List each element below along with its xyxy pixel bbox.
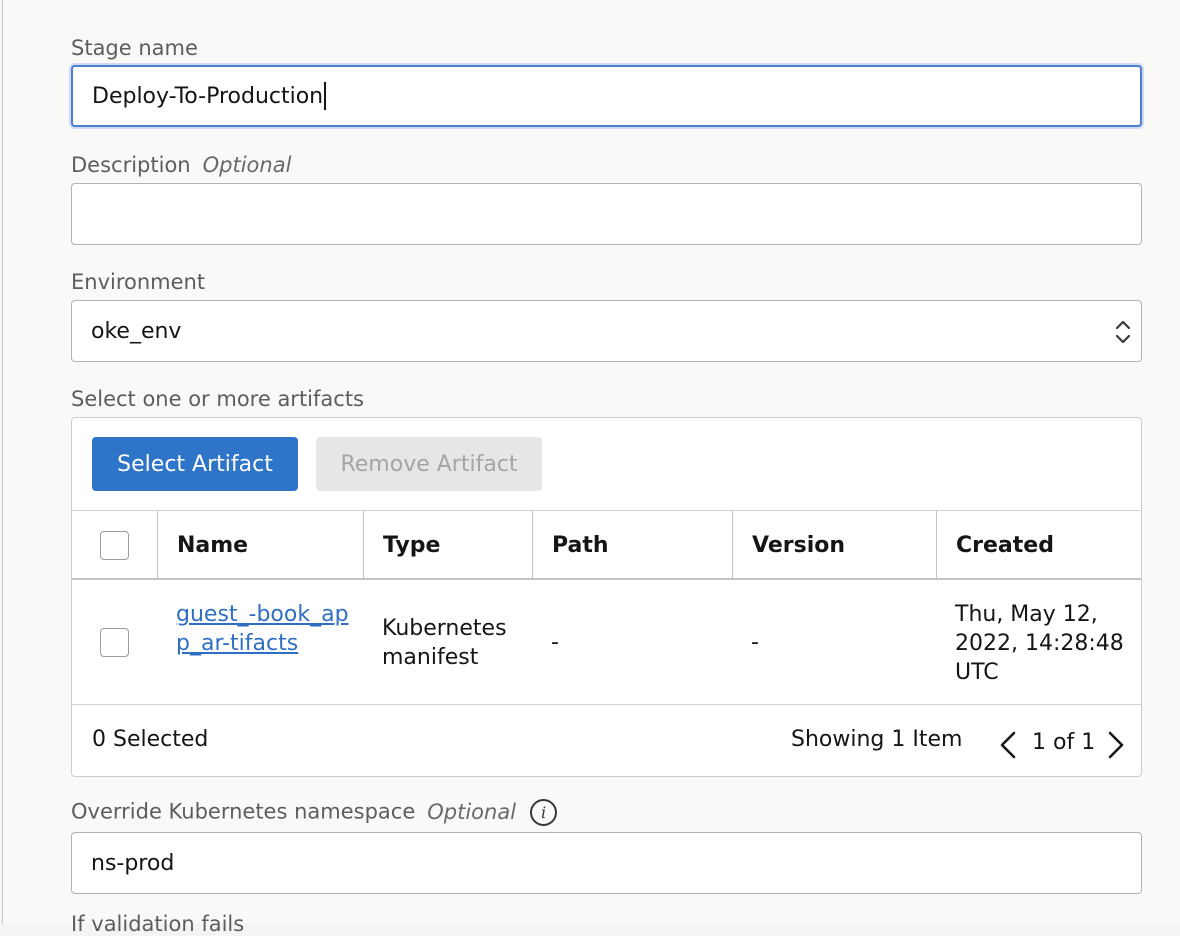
- column-header-version[interactable]: Version: [733, 511, 937, 579]
- table-row: guest_-book_app_ar-tifacts Kubernetes ma…: [72, 580, 1141, 705]
- artifact-name-link[interactable]: guest_-book_app_ar-tifacts: [176, 600, 351, 658]
- namespace-value: ns-prod: [91, 850, 175, 876]
- namespace-label-text: Override Kubernetes namespace: [71, 799, 416, 824]
- stage-name-value: Deploy-To-Production: [92, 83, 324, 109]
- stage-name-input[interactable]: Deploy-To-Production: [71, 65, 1142, 127]
- select-all-checkbox[interactable]: [100, 531, 129, 560]
- environment-label: Environment: [71, 270, 206, 294]
- previous-page-icon[interactable]: [998, 730, 1018, 760]
- description-input[interactable]: [71, 183, 1142, 245]
- artifact-version-cell: -: [751, 630, 759, 655]
- select-artifact-button[interactable]: Select Artifact: [92, 437, 298, 491]
- environment-select[interactable]: oke_env: [71, 300, 1142, 362]
- environment-value: oke_env: [91, 318, 182, 344]
- page-indicator: 1 of 1: [1032, 730, 1096, 755]
- description-label: Description Optional: [71, 153, 291, 177]
- table-footer: 0 Selected Showing 1 Item 1 of 1: [72, 706, 1141, 776]
- column-header-created[interactable]: Created: [937, 511, 1141, 579]
- text-caret: [324, 82, 327, 110]
- column-header-path[interactable]: Path: [533, 511, 733, 579]
- info-icon[interactable]: i: [530, 799, 558, 826]
- validation-fails-label: If validation fails: [71, 912, 245, 936]
- artifact-name-cell: guest_-book_app_ar-tifacts: [176, 600, 351, 658]
- description-optional-tag: Optional: [202, 153, 292, 177]
- header-select-cell: [72, 511, 158, 579]
- table-header: Name Type Path Version Created: [72, 510, 1141, 580]
- column-header-name[interactable]: Name: [158, 511, 364, 579]
- row-checkbox[interactable]: [100, 628, 129, 657]
- artifacts-table-container: Select Artifact Remove Artifact Name Typ…: [71, 417, 1142, 777]
- next-page-icon[interactable]: [1106, 730, 1126, 760]
- remove-artifact-button: Remove Artifact: [316, 437, 542, 491]
- showing-count: Showing 1 Item: [791, 727, 963, 752]
- namespace-input[interactable]: ns-prod: [71, 832, 1142, 894]
- artifact-created-cell: Thu, May 12, 2022, 14:28:48 UTC: [955, 602, 1124, 685]
- stage-form-panel: Stage name Deploy-To-Production Descript…: [2, 0, 1180, 936]
- namespace-label: Override Kubernetes namespace Optional i: [71, 799, 558, 826]
- stage-name-label: Stage name: [71, 36, 198, 60]
- artifact-type-cell: Kubernetes manifest: [382, 616, 507, 670]
- column-header-type[interactable]: Type: [364, 511, 533, 579]
- description-label-text: Description: [71, 153, 191, 177]
- selected-count: 0 Selected: [92, 727, 209, 752]
- namespace-optional-tag: Optional: [427, 799, 517, 824]
- select-updown-icon: [1115, 320, 1131, 344]
- artifact-path-cell: -: [551, 630, 559, 655]
- artifacts-label: Select one or more artifacts: [71, 387, 364, 411]
